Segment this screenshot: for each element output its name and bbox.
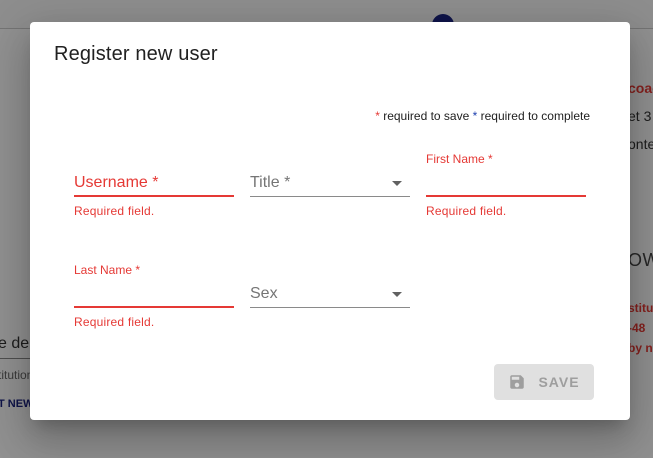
required-legend: * required to save * required to complet… — [375, 109, 590, 123]
sex-label: Sex — [250, 285, 278, 302]
save-button[interactable]: SAVE — [494, 364, 594, 400]
required-complete-text: required to complete — [477, 109, 590, 123]
username-helper-text: Required field. — [74, 204, 155, 218]
first-name-underline — [426, 195, 586, 197]
first-name-label: First Name * — [426, 152, 493, 166]
save-button-label: SAVE — [538, 374, 580, 390]
floppy-disk-icon — [510, 375, 525, 389]
title-select[interactable]: Title * — [250, 170, 410, 200]
required-save-text: required to save — [379, 109, 473, 123]
last-name-helper-text: Required field. — [74, 315, 155, 329]
first-name-helper-text: Required field. — [426, 204, 507, 218]
register-user-dialog: Register new user * required to save * r… — [30, 22, 630, 420]
sex-select[interactable]: Sex — [250, 281, 410, 311]
chevron-down-icon — [392, 292, 402, 297]
sex-underline — [250, 307, 410, 308]
chevron-down-icon — [392, 181, 402, 186]
dialog-title: Register new user — [54, 43, 218, 65]
first-name-field[interactable]: First Name * Required field. — [426, 152, 586, 220]
last-name-underline — [74, 306, 234, 308]
title-label: Title * — [250, 174, 291, 191]
username-field[interactable]: Username * Required field. — [74, 170, 234, 220]
username-underline — [74, 195, 234, 197]
username-label: Username * — [74, 174, 159, 191]
last-name-label: Last Name * — [74, 263, 141, 277]
last-name-field[interactable]: Last Name * Required field. — [74, 263, 234, 331]
title-underline — [250, 196, 410, 197]
